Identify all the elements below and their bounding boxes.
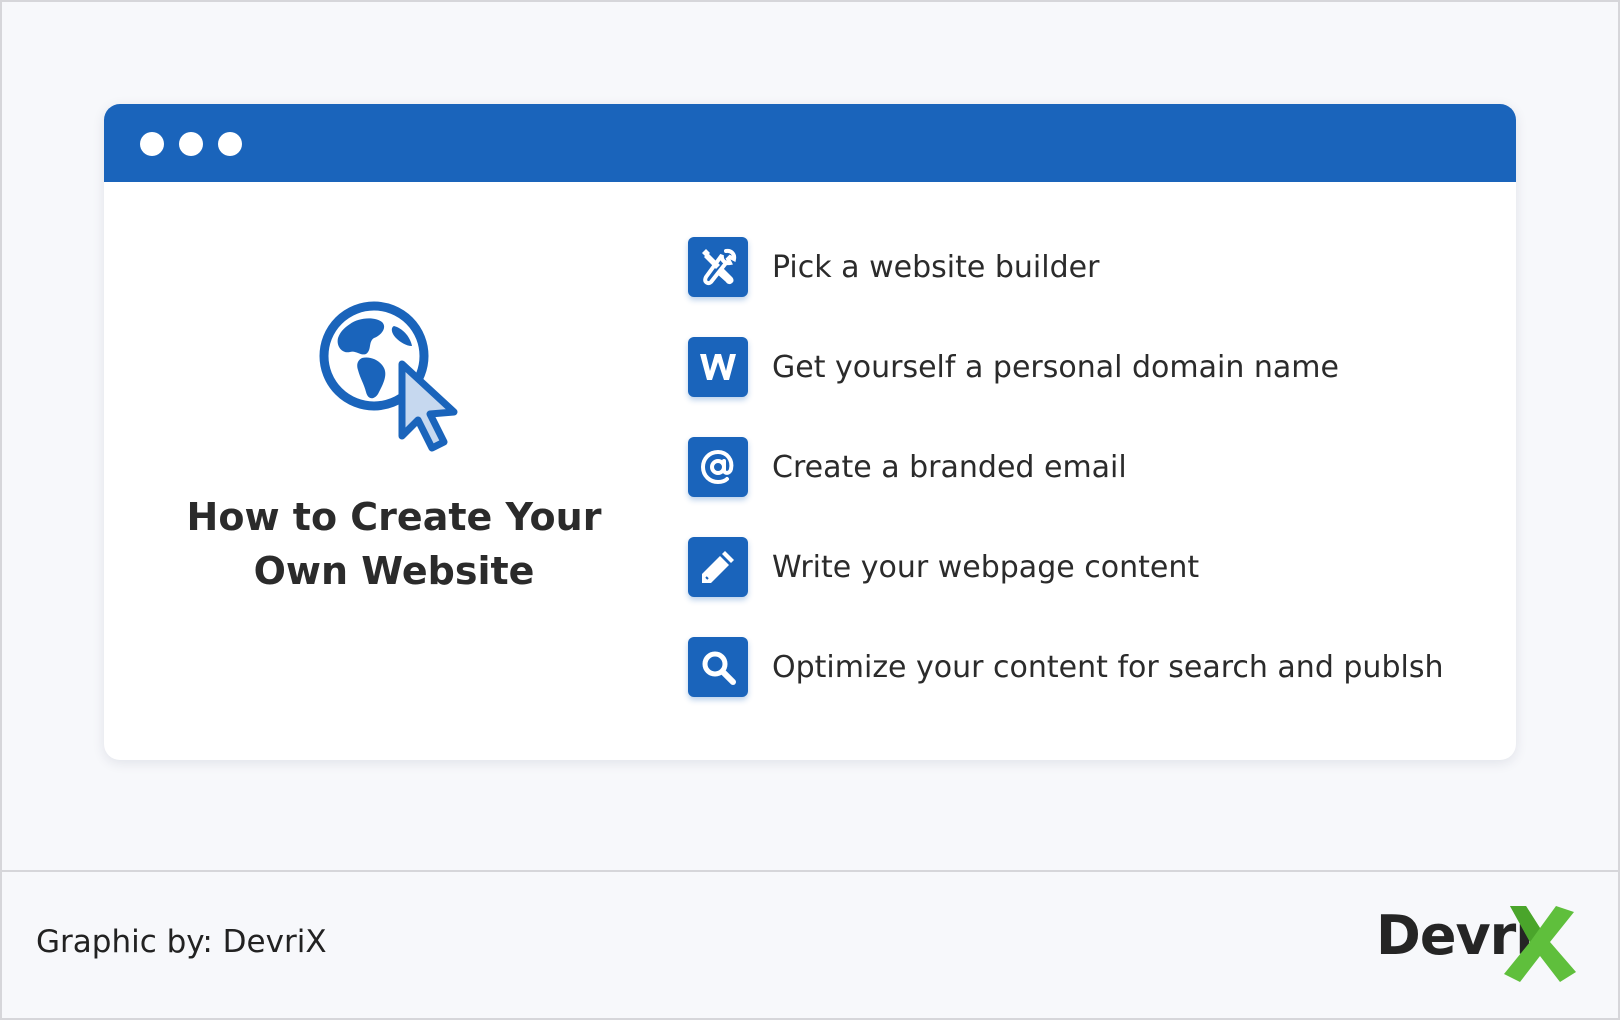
w-letter-icon	[688, 337, 748, 397]
list-item: Get yourself a personal domain name	[688, 336, 1498, 398]
page-title: How to Create Your Own Website	[144, 490, 644, 598]
step-label: Optimize your content for search and pub…	[772, 649, 1444, 685]
footer-divider	[0, 870, 1620, 872]
step-label: Create a branded email	[772, 449, 1127, 485]
globe-cursor-icon	[319, 301, 458, 452]
window-dot	[140, 132, 164, 156]
list-item: Pick a website builder	[688, 236, 1498, 298]
window-dot	[218, 132, 242, 156]
browser-window: How to Create Your Own Website Pick a we…	[104, 104, 1516, 760]
at-sign-icon	[688, 437, 748, 497]
list-item: Create a branded email	[688, 436, 1498, 498]
window-titlebar	[104, 104, 1516, 182]
list-item: Write your webpage content	[688, 536, 1498, 598]
step-label: Write your webpage content	[772, 549, 1200, 585]
x-mark-icon	[1504, 906, 1576, 982]
window-dot	[179, 132, 203, 156]
graphic-credit: Graphic by: DevriX	[36, 924, 327, 960]
search-icon	[688, 637, 748, 697]
pencil-icon	[688, 537, 748, 597]
step-label: Pick a website builder	[772, 249, 1100, 285]
devrix-logo: Devri	[1376, 900, 1586, 984]
list-item: Optimize your content for search and pub…	[688, 636, 1498, 698]
step-label: Get yourself a personal domain name	[772, 349, 1339, 385]
steps-list: Pick a website builder Get yourself a pe…	[684, 182, 1504, 760]
title-line: How to Create Your	[186, 495, 602, 539]
hero-panel: How to Create Your Own Website	[104, 182, 684, 760]
title-line: Own Website	[253, 549, 535, 593]
tools-icon	[688, 237, 748, 297]
